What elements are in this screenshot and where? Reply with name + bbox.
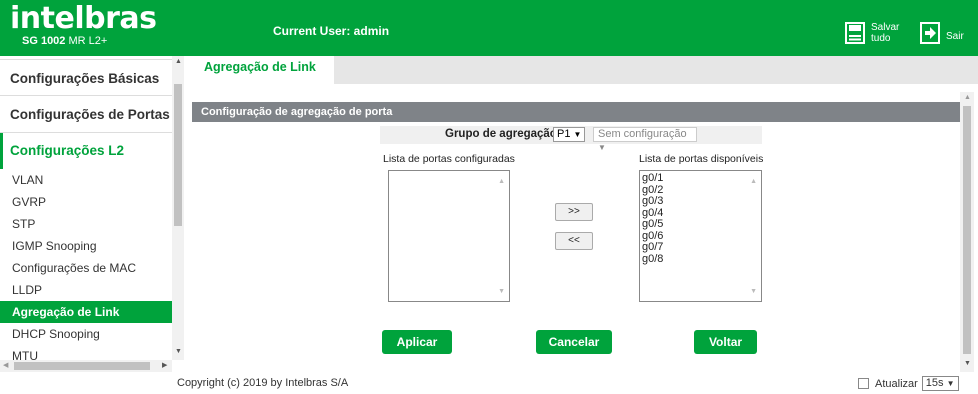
- logo-text: intelbras: [10, 1, 157, 36]
- tab-bar: Agregação de Link: [188, 56, 978, 84]
- status-select-value: Sem configuração: [598, 128, 687, 140]
- auto-refresh-label: Atualizar: [875, 377, 918, 390]
- configured-ports-label: Lista de portas configuradas: [383, 153, 515, 165]
- scrollbar-thumb[interactable]: [14, 362, 150, 370]
- tab-link-aggregation[interactable]: Agregação de Link: [188, 56, 334, 84]
- sidebar-item-gvrp[interactable]: GVRP: [0, 191, 172, 213]
- device-model: SG 1002 MR L2+: [22, 35, 150, 47]
- remove-port-button[interactable]: <<: [555, 232, 593, 250]
- chevron-down-icon: ▼: [946, 379, 955, 388]
- scroll-up-icon[interactable]: ▲: [964, 94, 971, 101]
- exit-icon: [920, 22, 940, 44]
- main-vertical-scrollbar[interactable]: ▲ ▼: [960, 92, 974, 372]
- sidebar: Configurações Básicas Configurações de P…: [0, 56, 184, 372]
- scrollbar-thumb[interactable]: [174, 84, 182, 226]
- add-port-button[interactable]: >>: [555, 203, 593, 221]
- sidebar-section-basic[interactable]: Configurações Básicas: [0, 59, 172, 96]
- list-item[interactable]: g0/1: [642, 172, 759, 185]
- scrollbar-thumb[interactable]: [963, 106, 971, 354]
- sidebar-section-ports[interactable]: Configurações de Portas: [0, 96, 172, 133]
- list-item[interactable]: g0/3: [642, 195, 759, 208]
- save-label-line1: Salvar: [871, 22, 900, 33]
- scroll-up-icon[interactable]: ▲: [750, 176, 757, 188]
- sidebar-item-lldp[interactable]: LLDP: [0, 279, 172, 301]
- group-select-value: P1: [557, 128, 571, 140]
- footer: Copyright (c) 2019 by Intelbras S/A Atua…: [0, 372, 978, 394]
- top-header: intelbras SG 1002 MR L2+ Current User: a…: [0, 0, 978, 56]
- aggregation-group-label: Grupo de agregação: [445, 128, 557, 140]
- cancel-button[interactable]: Cancelar: [536, 330, 612, 354]
- available-ports-label: Lista de portas disponíveis: [639, 153, 764, 165]
- scroll-right-icon[interactable]: ▶: [162, 361, 167, 369]
- available-ports-list[interactable]: g0/1 g0/2 g0/3 g0/4 g0/5 g0/6 g0/7 g0/8 …: [639, 170, 762, 302]
- refresh-interval-select[interactable]: 15s ▼: [921, 376, 959, 391]
- scroll-up-icon[interactable]: ▲: [175, 58, 182, 65]
- model-name: SG 1002: [22, 35, 66, 47]
- sidebar-menu: Configurações Básicas Configurações de P…: [0, 56, 172, 360]
- copyright-text: Copyright (c) 2019 by Intelbras S/A: [177, 377, 349, 389]
- auto-refresh: Atualizar 15s ▼: [858, 376, 959, 391]
- save-label-line2: tudo: [871, 33, 891, 44]
- save-disk-icon: [845, 22, 865, 44]
- back-button[interactable]: Voltar: [694, 330, 757, 354]
- sidebar-item-dhcp-snooping[interactable]: DHCP Snooping: [0, 323, 172, 345]
- list-item[interactable]: g0/8: [642, 253, 759, 266]
- sidebar-item-mac-config[interactable]: Configurações de MAC: [0, 257, 172, 279]
- sidebar-section-l2[interactable]: Configurações L2: [0, 133, 172, 169]
- refresh-interval-value: 15s: [925, 377, 944, 389]
- aggregation-group-select[interactable]: P1 ▼: [553, 127, 586, 142]
- exit-label: Sair: [946, 30, 964, 42]
- scroll-left-icon[interactable]: ◀: [3, 361, 8, 369]
- exit-button[interactable]: Sair: [920, 18, 964, 48]
- list-item[interactable]: g0/7: [642, 241, 759, 254]
- intelbras-logo: intelbras SG 1002 MR L2+: [10, 1, 157, 48]
- sidebar-vertical-scrollbar[interactable]: ▲ ▼: [172, 56, 184, 360]
- scroll-down-icon[interactable]: ▼: [175, 348, 182, 355]
- sidebar-horizontal-scrollbar[interactable]: ◀ ▶: [0, 360, 172, 372]
- sidebar-item-vlan[interactable]: VLAN: [0, 169, 172, 191]
- list-item[interactable]: g0/5: [642, 218, 759, 231]
- aggregation-group-row: Grupo de agregação P1 ▼ Sem configuração…: [380, 126, 762, 152]
- chevron-down-icon: ▼: [573, 130, 582, 139]
- save-all-button[interactable]: Salvar tudo: [845, 18, 899, 48]
- chevron-down-icon: ▼: [598, 143, 606, 152]
- configured-ports-list[interactable]: ▲ ▼: [388, 170, 510, 302]
- sidebar-item-stp[interactable]: STP: [0, 213, 172, 235]
- aggregation-status-select[interactable]: Sem configuração ▼: [593, 127, 697, 152]
- scroll-down-icon[interactable]: ▼: [964, 360, 971, 367]
- section-header: Configuração de agregação de porta: [192, 102, 960, 122]
- scroll-down-icon[interactable]: ▼: [498, 286, 505, 298]
- sidebar-item-link-aggregation[interactable]: Agregação de Link: [0, 301, 172, 323]
- current-user: Current User: admin: [273, 24, 390, 38]
- auto-refresh-checkbox[interactable]: [858, 378, 869, 389]
- apply-button[interactable]: Aplicar: [382, 330, 452, 354]
- model-suffix: MR L2+: [65, 35, 108, 47]
- sidebar-item-igmp-snooping[interactable]: IGMP Snooping: [0, 235, 172, 257]
- scroll-up-icon[interactable]: ▲: [498, 176, 505, 188]
- scroll-down-icon[interactable]: ▼: [750, 286, 757, 298]
- sidebar-item-mtu[interactable]: MTU: [0, 345, 172, 360]
